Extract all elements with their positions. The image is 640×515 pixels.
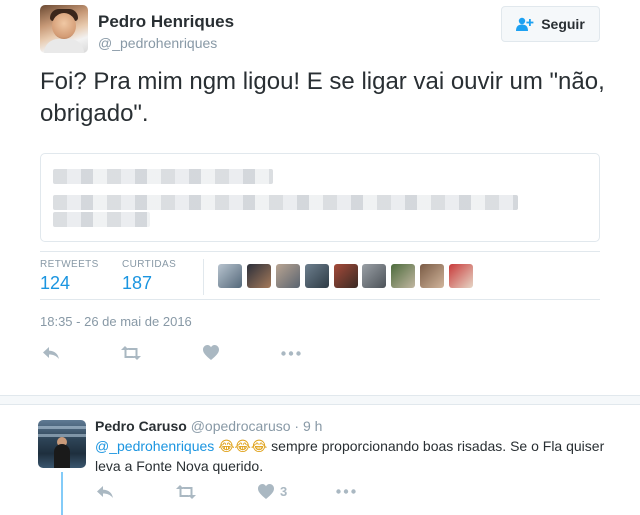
likes-label: CURTIDAS <box>122 259 177 270</box>
retweet-icon <box>176 485 196 499</box>
author-name[interactable]: Pedro Henriques <box>98 12 234 32</box>
reply-author-avatar[interactable] <box>38 420 86 468</box>
blurred-quote-header <box>53 169 273 184</box>
liker-avatar[interactable] <box>420 264 444 288</box>
quoted-tweet-card[interactable] <box>40 153 600 242</box>
liker-avatar[interactable] <box>305 264 329 288</box>
liker-avatar[interactable] <box>218 264 242 288</box>
retweet-icon <box>121 346 141 360</box>
blurred-quote-line <box>53 195 518 210</box>
heart-icon <box>258 484 274 499</box>
follow-button-label: Seguir <box>541 16 585 32</box>
retweet-button[interactable] <box>121 346 141 360</box>
follow-button[interactable]: Seguir <box>501 6 600 42</box>
author-handle[interactable]: @_pedrohenriques <box>98 35 217 51</box>
author-avatar[interactable] <box>40 5 88 53</box>
divider <box>40 299 600 300</box>
reply-header: Pedro Caruso @opedrocaruso · 9 h <box>95 418 322 434</box>
liker-avatar[interactable] <box>334 264 358 288</box>
retweets-count[interactable]: 124 <box>40 273 70 294</box>
liker-avatar[interactable] <box>449 264 473 288</box>
more-icon <box>281 351 301 356</box>
reply-retweet-button[interactable] <box>176 485 196 499</box>
avatar-face <box>52 13 76 39</box>
reply-text: @_pedrohenriques 😂😂😂 sempre proporcionan… <box>95 437 605 476</box>
avatar-stripe <box>38 426 86 429</box>
reply-more-button[interactable] <box>336 489 356 494</box>
more-icon <box>336 489 356 494</box>
stats-divider <box>203 259 204 295</box>
liker-avatar[interactable] <box>362 264 386 288</box>
laughing-emoji: 😂😂😂 <box>218 439 268 455</box>
avatar-shirt <box>44 39 84 53</box>
blurred-quote-line <box>53 212 150 227</box>
heart-icon <box>203 345 219 360</box>
liker-avatar[interactable] <box>276 264 300 288</box>
reply-icon <box>43 347 59 359</box>
like-button[interactable] <box>203 345 219 360</box>
section-separator <box>0 395 640 405</box>
reply-reply-button[interactable] <box>96 485 114 499</box>
reply-author-name[interactable]: Pedro Caruso <box>95 418 187 434</box>
retweets-label: RETWEETS <box>40 259 99 270</box>
divider <box>40 251 600 252</box>
reply-like-count: 3 <box>280 484 288 499</box>
reply-icon <box>97 486 113 498</box>
liker-avatar[interactable] <box>247 264 271 288</box>
mention-link[interactable]: @_pedrohenriques <box>95 438 214 454</box>
add-user-icon <box>516 17 534 31</box>
more-button[interactable] <box>281 351 301 356</box>
reply-author-handle[interactable]: @opedrocaruso <box>191 418 291 434</box>
likes-count[interactable]: 187 <box>122 273 152 294</box>
tweet-text: Foi? Pra mim ngm ligou! E se ligar vai o… <box>40 68 605 127</box>
tweet-timestamp[interactable]: 18:35 - 26 de mai de 2016 <box>40 314 192 329</box>
liker-avatar[interactable] <box>391 264 415 288</box>
thread-connector-line <box>61 472 63 515</box>
reply-like-button[interactable]: 3 <box>258 484 287 499</box>
reply-time[interactable]: · 9 h <box>294 418 322 434</box>
avatar-figure <box>54 444 70 468</box>
reply-button[interactable] <box>42 346 60 360</box>
